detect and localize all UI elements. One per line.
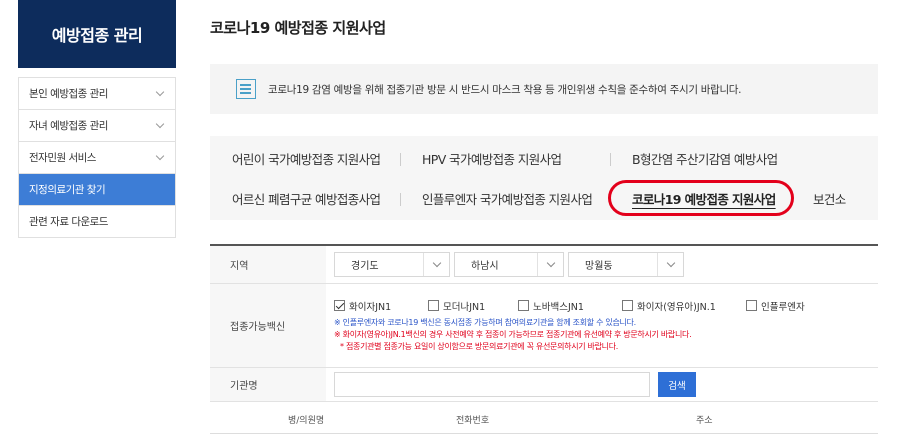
tab-divider (400, 153, 401, 166)
checkbox[interactable] (746, 300, 757, 311)
vaccine-label: 접종가능백신 (210, 284, 326, 367)
sidebar-item-child-vaccination[interactable]: 자녀 예방접종 관리 (19, 110, 175, 142)
chevron-down-icon (155, 151, 165, 161)
program-tabs: 어린이 국가예방접종 지원사업 HPV 국가예방접종 지원사업 B형간염 주산기… (210, 136, 878, 220)
chevron-down-icon (155, 87, 165, 97)
sidebar-item-label: 본인 예방접종 관리 (29, 88, 108, 100)
org-name-controls: 검색 (326, 368, 878, 401)
tab-hepatitis-b[interactable]: B형간염 주산기감염 예방사업 (632, 149, 778, 168)
district-select[interactable]: 망월동 (568, 252, 684, 277)
sidebar-item-find-clinic[interactable]: 지정의료기관 찾기 (19, 174, 175, 206)
vaccine-option-label: 노바백스JN1 (533, 301, 584, 313)
document-list-icon (236, 79, 256, 99)
checkbox[interactable] (518, 300, 529, 311)
sidebar-title: 예방접종 관리 (18, 0, 176, 68)
sidebar-item-label: 자녀 예방접종 관리 (29, 120, 108, 132)
sidebar-menu: 본인 예방접종 관리 자녀 예방접종 관리 전자민원 서비스 지정의료기관 찾기… (18, 77, 176, 238)
region-label: 지역 (210, 246, 326, 283)
vaccine-note-red: ※ 화이자(영유아)JN.1백신의 경우 사전예약 후 접종이 가능하므로 접종… (334, 329, 692, 339)
vaccine-row: 접종가능백신 화이자JN1 모더나JN1 노바백스JN1 화이자(영유아)JN.… (210, 284, 878, 368)
column-phone: 전화번호 (456, 416, 490, 426)
chevron-down-icon (432, 258, 441, 268)
vaccine-option-label: 화이자JN1 (349, 301, 392, 313)
sidebar-item-downloads[interactable]: 관련 자료 다운로드 (19, 206, 175, 238)
sidebar-item-my-vaccination[interactable]: 본인 예방접종 관리 (19, 78, 175, 110)
region-selects: 경기도 하남시 망월동 (326, 246, 878, 283)
district-value: 망월동 (585, 261, 613, 272)
province-select[interactable]: 경기도 (334, 252, 450, 277)
vaccine-option-pfizer-infant[interactable]: 화이자(영유아)JN.1 (622, 299, 746, 313)
city-value: 하남시 (471, 261, 499, 272)
tab-divider (610, 153, 611, 166)
sidebar-item-label: 전자민원 서비스 (29, 152, 96, 164)
province-value: 경기도 (351, 261, 379, 272)
sidebar-item-label: 지정의료기관 찾기 (29, 184, 106, 196)
tab-hpv-vaccination[interactable]: HPV 국가예방접종 지원사업 (422, 149, 562, 168)
sidebar-item-label: 관련 자료 다운로드 (29, 216, 108, 228)
org-name-input[interactable] (334, 372, 650, 397)
search-button[interactable]: 검색 (658, 372, 696, 397)
tab-divider (400, 193, 401, 206)
vaccine-options: 화이자JN1 모더나JN1 노바백스JN1 화이자(영유아)JN.1 인플루엔자 (326, 284, 878, 367)
vaccine-option-moderna[interactable]: 모더나JN1 (428, 299, 518, 313)
checkbox[interactable] (622, 300, 633, 311)
vaccine-option-pfizer[interactable]: 화이자JN1 (334, 299, 428, 313)
highlight-circle (608, 180, 794, 216)
checkbox-checked[interactable] (334, 300, 345, 311)
city-select[interactable]: 하남시 (454, 252, 564, 277)
vaccine-option-novavax[interactable]: 노바백스JN1 (518, 299, 622, 313)
notice-banner: 코로나19 감염 예방을 위해 접종기관 방문 시 반드시 마스크 착용 등 개… (210, 64, 878, 114)
chevron-down-icon (546, 258, 555, 268)
checkbox[interactable] (428, 300, 439, 311)
chevron-down-icon (666, 258, 675, 268)
column-clinic-name: 병/의원명 (288, 416, 325, 426)
region-row: 지역 경기도 하남시 망월동 (210, 246, 878, 284)
vaccine-option-label: 인플루엔자 (761, 301, 805, 313)
org-name-label: 기관명 (210, 368, 326, 401)
notice-text: 코로나19 감염 예방을 위해 접종기관 방문 시 반드시 마스크 착용 등 개… (268, 83, 742, 96)
vaccine-checkbox-group: 화이자JN1 모더나JN1 노바백스JN1 화이자(영유아)JN.1 인플루엔자 (334, 299, 805, 313)
chevron-down-icon (155, 119, 165, 129)
vaccine-note-red-2: * 접종기관별 접종가능 요일이 상이함으로 방문의료기관에 꼭 유선문의하시기… (340, 341, 619, 351)
tab-child-vaccination[interactable]: 어린이 국가예방접종 지원사업 (232, 149, 381, 168)
search-form: 지역 경기도 하남시 망월동 접종가능백신 화이자JN1 모더나JN1 노바백스… (210, 244, 878, 402)
vaccine-option-label: 모더나JN1 (443, 301, 486, 313)
sidebar: 예방접종 관리 본인 예방접종 관리 자녀 예방접종 관리 전자민원 서비스 지… (18, 0, 176, 238)
result-table-header: 병/의원명 전화번호 주소 (210, 404, 878, 434)
vaccine-note-blue: ※ 인플루엔자와 코로나19 백신은 동시접종 가능하며 참여의료기관을 함께 … (334, 317, 636, 327)
tab-pneumococcal[interactable]: 어르신 폐렴구균 예방접종사업 (232, 189, 381, 208)
sidebar-item-e-civil-service[interactable]: 전자민원 서비스 (19, 142, 175, 174)
tab-influenza[interactable]: 인플루엔자 국가예방접종 지원사업 (422, 189, 593, 208)
page-title: 코로나19 예방접종 지원사업 (210, 19, 386, 37)
org-name-row: 기관명 검색 (210, 368, 878, 402)
vaccine-option-influenza[interactable]: 인플루엔자 (746, 299, 805, 313)
column-address: 주소 (696, 416, 713, 426)
vaccine-option-label: 화이자(영유아)JN.1 (637, 301, 716, 313)
tab-public-health-center[interactable]: 보건소 (813, 189, 846, 208)
